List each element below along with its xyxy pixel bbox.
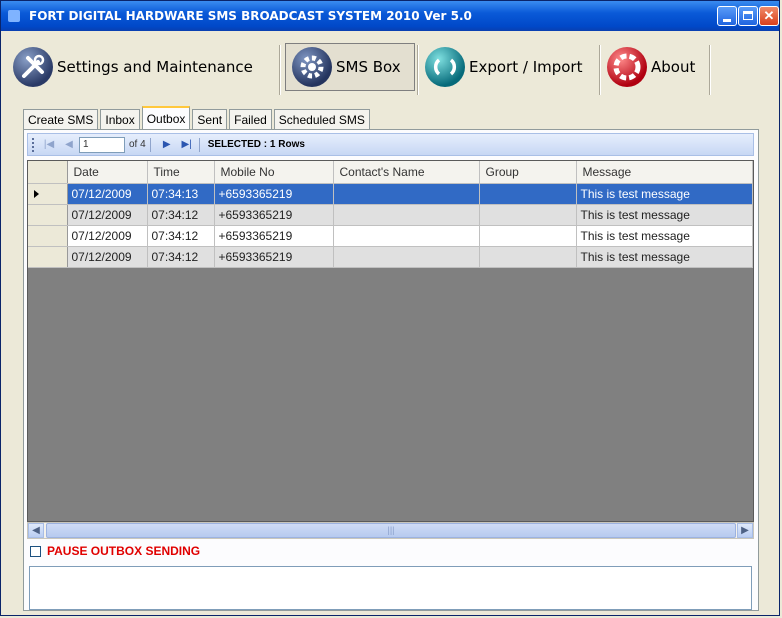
cell-time[interactable]: 07:34:12	[147, 246, 215, 268]
maximize-button[interactable]	[738, 6, 758, 26]
export-import-label: Export / Import	[469, 58, 583, 76]
about-button[interactable]: About	[607, 43, 695, 91]
pause-outbox-checkbox[interactable]	[30, 545, 41, 557]
sms-box-button[interactable]: SMS Box	[285, 43, 415, 91]
status-log-box[interactable]	[29, 566, 752, 610]
row-indicator[interactable]	[28, 246, 68, 268]
col-header-group[interactable]: Group	[479, 161, 577, 184]
current-row-icon	[34, 189, 39, 198]
cell-time[interactable]: 07:34:12	[147, 204, 215, 226]
tools-icon	[13, 47, 53, 87]
first-record-icon[interactable]: |◀	[41, 137, 57, 153]
row-header-corner	[28, 161, 68, 184]
scroll-right-icon[interactable]: ▶	[737, 523, 753, 538]
app-icon	[8, 10, 20, 22]
cell-date[interactable]: 07/12/2009	[67, 183, 148, 205]
cell-contact-name[interactable]	[333, 183, 480, 205]
scroll-left-icon[interactable]: ◀	[28, 523, 44, 538]
prev-record-icon[interactable]: ◀	[61, 137, 77, 153]
sms-tabs: Create SMS Inbox Outbox Sent Failed Sche…	[23, 106, 372, 130]
toolbar-separator	[417, 45, 419, 95]
col-header-date[interactable]: Date	[67, 161, 148, 184]
cell-date[interactable]: 07/12/2009	[67, 204, 148, 226]
tab-outbox[interactable]: Outbox	[141, 106, 191, 130]
cell-mobile-no[interactable]: +6593365219	[214, 225, 334, 247]
cell-message[interactable]: This is test message	[576, 225, 753, 247]
about-label: About	[651, 58, 696, 76]
horizontal-scrollbar[interactable]: ◀ ||| ▶	[27, 522, 754, 539]
cell-contact-name[interactable]	[333, 225, 480, 247]
close-button[interactable]: ✕	[759, 6, 779, 26]
gear-icon	[292, 47, 332, 87]
record-position-input[interactable]: 1	[79, 136, 125, 153]
toolbar-separator	[599, 45, 601, 95]
scroll-thumb[interactable]: |||	[46, 523, 736, 538]
tab-create-sms[interactable]: Create SMS	[23, 109, 99, 129]
cell-contact-name[interactable]	[333, 246, 480, 268]
minimize-button[interactable]	[717, 6, 737, 26]
cell-group[interactable]	[479, 246, 577, 268]
grip-handle[interactable]	[32, 137, 37, 152]
settings-maintenance-button[interactable]: Settings and Maintenance	[13, 43, 253, 91]
about-icon	[607, 47, 647, 87]
record-count: of 4	[129, 139, 146, 150]
last-record-icon[interactable]: ▶|	[179, 137, 195, 153]
cell-time[interactable]: 07:34:13	[147, 183, 215, 205]
settings-maintenance-label: Settings and Maintenance	[57, 58, 253, 76]
toolbar-separator	[709, 45, 711, 95]
tab-scheduled-sms[interactable]: Scheduled SMS	[273, 109, 370, 129]
cell-date[interactable]: 07/12/2009	[67, 246, 148, 268]
cell-mobile-no[interactable]: +6593365219	[214, 183, 334, 205]
cell-message[interactable]: This is test message	[576, 183, 753, 205]
cell-message[interactable]: This is test message	[576, 246, 753, 268]
col-header-mobile-no[interactable]: Mobile No	[214, 161, 334, 184]
row-indicator[interactable]	[28, 204, 68, 226]
outbox-table: Date Time Mobile No Contact's Name Group…	[28, 161, 753, 268]
next-record-icon[interactable]: ▶	[159, 137, 175, 153]
outbox-panel: |◀ ◀ 1 of 4 ▶ ▶| SELECTED : 1 Rows Date …	[23, 129, 759, 611]
row-indicator[interactable]	[28, 225, 68, 247]
col-header-contact-name[interactable]: Contact's Name	[333, 161, 480, 184]
app-window: FORT DIGITAL HARDWARE SMS BROADCAST SYST…	[0, 0, 780, 616]
nav-divider	[198, 137, 200, 152]
row-indicator[interactable]	[28, 183, 68, 205]
selected-rows-text: SELECTED : 1 Rows	[207, 139, 305, 150]
cell-date[interactable]: 07/12/2009	[67, 225, 148, 247]
table-row[interactable]: 07/12/2009 07:34:12 +6593365219 This is …	[28, 204, 753, 226]
title-bar[interactable]: FORT DIGITAL HARDWARE SMS BROADCAST SYST…	[1, 1, 779, 31]
main-toolbar: Settings and Maintenance SMS Box Export …	[3, 31, 779, 95]
cell-mobile-no[interactable]: +6593365219	[214, 204, 334, 226]
cell-message[interactable]: This is test message	[576, 204, 753, 226]
sms-box-label: SMS Box	[336, 58, 401, 76]
table-row[interactable]: 07/12/2009 07:34:12 +6593365219 This is …	[28, 246, 753, 268]
tab-failed[interactable]: Failed	[229, 109, 272, 129]
col-header-message[interactable]: Message	[576, 161, 753, 184]
cell-time[interactable]: 07:34:12	[147, 225, 215, 247]
toolbar-separator	[279, 45, 281, 95]
cell-contact-name[interactable]	[333, 204, 480, 226]
table-row[interactable]: 07/12/2009 07:34:13 +6593365219 This is …	[28, 183, 753, 205]
pause-outbox-label[interactable]: PAUSE OUTBOX SENDING	[47, 544, 200, 558]
col-header-time[interactable]: Time	[147, 161, 215, 184]
cell-group[interactable]	[479, 204, 577, 226]
outbox-grid[interactable]: Date Time Mobile No Contact's Name Group…	[27, 160, 754, 522]
record-navigator: |◀ ◀ 1 of 4 ▶ ▶| SELECTED : 1 Rows	[27, 133, 754, 156]
cell-mobile-no[interactable]: +6593365219	[214, 246, 334, 268]
pause-outbox-option[interactable]: PAUSE OUTBOX SENDING	[30, 544, 200, 558]
tab-sent[interactable]: Sent	[192, 109, 228, 129]
window-title: FORT DIGITAL HARDWARE SMS BROADCAST SYST…	[29, 9, 472, 23]
cell-group[interactable]	[479, 225, 577, 247]
export-import-icon	[425, 47, 465, 87]
export-import-button[interactable]: Export / Import	[425, 43, 582, 91]
cell-group[interactable]	[479, 183, 577, 205]
table-row[interactable]: 07/12/2009 07:34:12 +6593365219 This is …	[28, 225, 753, 247]
tab-inbox[interactable]: Inbox	[100, 109, 140, 129]
nav-divider	[149, 137, 151, 152]
